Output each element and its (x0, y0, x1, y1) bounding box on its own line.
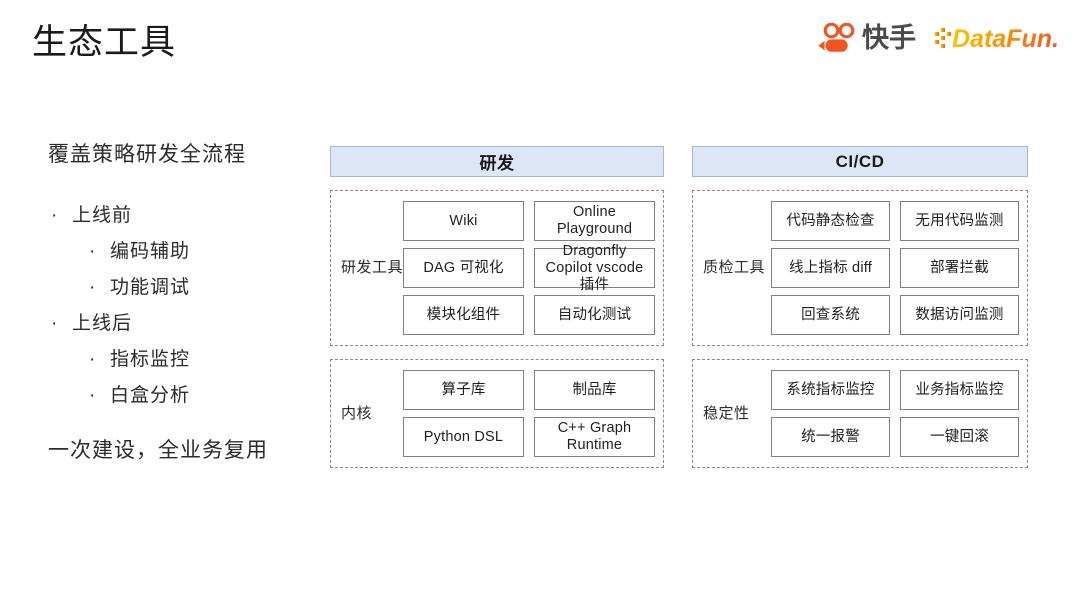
bullet-dot-icon: · (89, 385, 97, 406)
panel-header-rd: 研发 (330, 146, 664, 177)
bullet-label: 指标监控 (110, 349, 191, 370)
left-heading: 覆盖策略研发全流程 (48, 143, 246, 166)
card-deploy-interception[interactable]: 部署拦截 (900, 248, 1019, 288)
card-dag-visualization[interactable]: DAG 可视化 (403, 248, 524, 288)
group-label-stability: 稳定性 (703, 404, 750, 422)
card-dead-code-detection[interactable]: 无用代码监测 (900, 201, 1019, 241)
card-artifact-repository[interactable]: 制品库 (534, 370, 655, 410)
bullet-label: 功能调试 (110, 277, 191, 298)
card-system-metric-monitoring[interactable]: 系统指标监控 (771, 370, 890, 410)
brand-bar: 快手 DataFun. (817, 22, 1062, 54)
bullet-dot-icon: · (51, 205, 59, 226)
cards-grid-qa-tools: 代码静态检查 无用代码监测 线上指标 diff 部署拦截 回查系统 数据访问监测 (771, 201, 1019, 335)
bullet-label: 白盒分析 (110, 385, 191, 406)
bullet-label: 编码辅助 (110, 241, 191, 262)
group-rd-tools: 研发工具 Wiki Online Playground DAG 可视化 Drag… (330, 190, 664, 346)
bullet-function-debug: · 功能调试 (48, 274, 310, 302)
group-qa-tools: 质检工具 代码静态检查 无用代码监测 线上指标 diff 部署拦截 回查系统 数… (692, 190, 1028, 346)
card-cpp-graph-runtime[interactable]: C++ Graph Runtime (534, 417, 655, 457)
card-online-playground[interactable]: Online Playground (534, 201, 655, 241)
group-label-qa-tools: 质检工具 (703, 259, 766, 276)
card-online-metric-diff[interactable]: 线上指标 diff (771, 248, 890, 288)
cards-grid-rd-kernel: 算子库 制品库 Python DSL C++ Graph Runtime (403, 370, 655, 457)
bullet-metric-monitor: · 指标监控 (48, 346, 310, 374)
kuaishou-logo-icon (817, 23, 855, 53)
panel-research-development: 研发 研发工具 Wiki Online Playground DAG 可视化 D… (330, 146, 664, 468)
kuaishou-wordmark: 快手 (862, 22, 916, 53)
card-modular-components[interactable]: 模块化组件 (403, 295, 524, 335)
card-python-dsl[interactable]: Python DSL (403, 417, 524, 457)
panel-cicd: CI/CD 质检工具 代码静态检查 无用代码监测 线上指标 diff 部署拦截 … (692, 146, 1028, 468)
card-review-system[interactable]: 回查系统 (771, 295, 890, 335)
card-automated-testing[interactable]: 自动化测试 (534, 295, 655, 335)
group-label-rd-tools: 研发工具 (341, 259, 404, 276)
card-unified-alerting[interactable]: 统一报警 (771, 417, 890, 457)
kuaishou-logo: 快手 (817, 23, 916, 53)
group-rd-kernel: 内核 算子库 制品库 Python DSL C++ Graph Runtime (330, 359, 664, 468)
left-summary-column: 覆盖策略研发全流程 · 上线前 · 编码辅助 · 功能调试 · 上线后 · 指标… (48, 140, 310, 466)
panel-header-cicd: CI/CD (692, 146, 1028, 177)
bullet-whitebox-analysis: · 白盒分析 (48, 382, 310, 410)
cards-grid-stability: 系统指标监控 业务指标监控 统一报警 一键回滚 (771, 370, 1019, 457)
page-title: 生态工具 (32, 23, 177, 62)
card-operator-library[interactable]: 算子库 (403, 370, 524, 410)
group-label-rd-kernel: 内核 (341, 404, 373, 422)
bullet-dot-icon: · (89, 277, 97, 298)
bullet-coding-assist: · 编码辅助 (48, 238, 310, 266)
card-wiki[interactable]: Wiki (403, 201, 524, 241)
bullet-dot-icon: · (51, 313, 59, 334)
bullet-dot-icon: · (89, 349, 97, 370)
card-business-metric-monitoring[interactable]: 业务指标监控 (900, 370, 1019, 410)
bullet-pre-launch: · 上线前 (48, 202, 310, 230)
card-one-click-rollback[interactable]: 一键回滚 (900, 417, 1019, 457)
bullet-label: 上线后 (72, 313, 133, 334)
card-static-code-analysis[interactable]: 代码静态检查 (771, 201, 890, 241)
bullet-label: 上线前 (72, 205, 133, 226)
card-dragonfly-copilot-vscode[interactable]: Dragonfly Copilot vscode 插件 (534, 243, 655, 293)
cards-grid-rd-tools: Wiki Online Playground DAG 可视化 Dragonfly… (403, 201, 655, 335)
bullet-dot-icon: · (89, 241, 97, 262)
group-stability: 稳定性 系统指标监控 业务指标监控 统一报警 一键回滚 (692, 359, 1028, 468)
datafun-wordmark: DataFun. (952, 25, 1059, 53)
datafun-logo: DataFun. (934, 22, 1062, 54)
left-footer-note: 一次建设，全业务复用 (48, 439, 268, 462)
bullet-post-launch: · 上线后 (48, 310, 310, 338)
card-data-access-monitoring[interactable]: 数据访问监测 (900, 295, 1019, 335)
